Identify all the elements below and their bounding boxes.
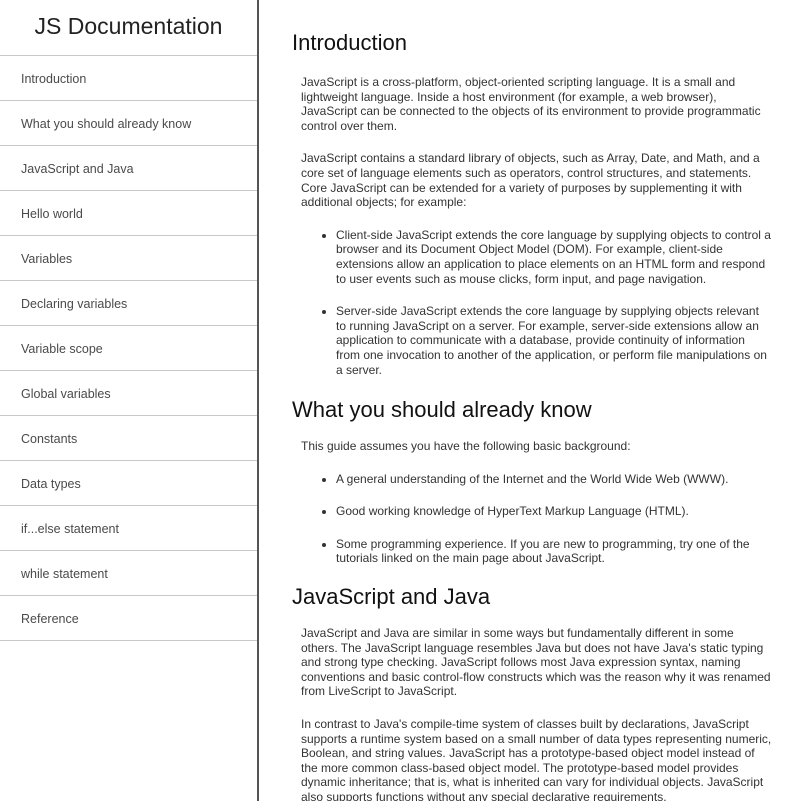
section-javascript-and-java: JavaScript and Java JavaScript and Java … [292, 566, 772, 801]
nav-item: while statement [0, 551, 257, 596]
section-what-you-should-already-know: What you should already know This guide … [292, 377, 772, 566]
list-item: Client-side JavaScript extends the core … [336, 228, 772, 286]
list-item: Good working knowledge of HyperText Mark… [336, 504, 772, 519]
nav-link-variables[interactable]: Variables [0, 236, 257, 282]
section-title: Introduction [292, 30, 407, 55]
paragraph: JavaScript contains a standard library o… [301, 151, 760, 210]
paragraph: JavaScript is a cross-platform, object-o… [301, 75, 761, 133]
nav-link-hello-world[interactable]: Hello world [0, 191, 257, 237]
nav-link-declaring-variables[interactable]: Declaring variables [0, 281, 257, 327]
nav-link-what-you-should-already-know[interactable]: What you should already know [0, 101, 257, 147]
sidebar-title: JS Documentation [0, 0, 257, 56]
section-introduction: Introduction JavaScript is a cross-platf… [292, 0, 772, 377]
nav-link-reference[interactable]: Reference [0, 596, 257, 642]
bullet-list: Client-side JavaScript extends the core … [292, 228, 772, 377]
bullet-list: A general understanding of the Internet … [292, 472, 772, 566]
nav-list: Introduction What you should already kno… [0, 56, 257, 641]
nav-link-javascript-and-java[interactable]: JavaScript and Java [0, 146, 257, 192]
section-title: JavaScript and Java [292, 584, 491, 610]
nav-item: Hello world [0, 191, 257, 236]
nav-item: Introduction [0, 56, 257, 101]
nav-item: Reference [0, 596, 257, 641]
nav-item: JavaScript and Java [0, 146, 257, 191]
nav-link-introduction[interactable]: Introduction [0, 56, 257, 102]
nav-link-constants[interactable]: Constants [0, 416, 257, 462]
paragraph: In contrast to Java's compile-time syste… [301, 717, 772, 801]
nav-item: Global variables [0, 371, 257, 416]
section-title: What you should already know [292, 397, 592, 423]
nav-item: Variables [0, 236, 257, 281]
nav-item: Declaring variables [0, 281, 257, 326]
paragraph: This guide assumes you have the followin… [301, 439, 631, 454]
nav-link-if-else-statement[interactable]: if...else statement [0, 506, 257, 552]
paragraph: JavaScript and Java are similar in some … [301, 626, 771, 699]
sidebar-nav: JS Documentation Introduction What you s… [0, 0, 259, 801]
main-doc: Introduction JavaScript is a cross-platf… [292, 0, 772, 801]
nav-link-global-variables[interactable]: Global variables [0, 371, 257, 417]
list-item: A general understanding of the Internet … [336, 472, 772, 487]
nav-link-data-types[interactable]: Data types [0, 461, 257, 507]
list-item: Server-side JavaScript extends the core … [336, 304, 772, 377]
nav-link-variable-scope[interactable]: Variable scope [0, 326, 257, 372]
nav-item: Variable scope [0, 326, 257, 371]
nav-item: if...else statement [0, 506, 257, 551]
list-item: Some programming experience. If you are … [336, 537, 772, 566]
nav-item: Constants [0, 416, 257, 461]
nav-item: Data types [0, 461, 257, 506]
nav-item: What you should already know [0, 101, 257, 146]
nav-link-while-statement[interactable]: while statement [0, 551, 257, 597]
